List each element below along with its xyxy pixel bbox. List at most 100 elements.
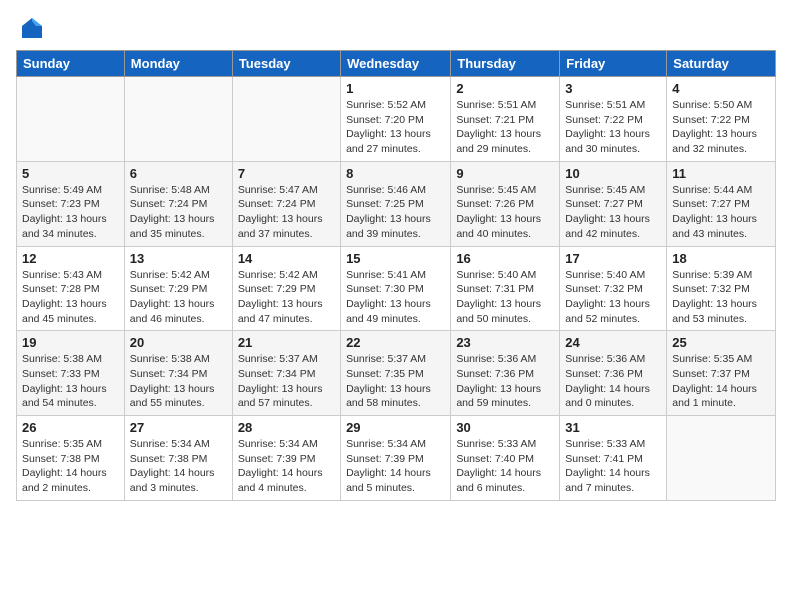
calendar-cell: 24 Sunrise: 5:36 AM Sunset: 7:36 PM Dayli…: [560, 331, 667, 416]
day-info: Sunrise: 5:45 AM Sunset: 7:27 PM Dayligh…: [565, 183, 661, 242]
day-number: 5: [22, 166, 119, 181]
day-info: Sunrise: 5:37 AM Sunset: 7:35 PM Dayligh…: [346, 352, 445, 411]
day-info: Sunrise: 5:40 AM Sunset: 7:31 PM Dayligh…: [456, 268, 554, 327]
calendar-cell: 10 Sunrise: 5:45 AM Sunset: 7:27 PM Dayli…: [560, 161, 667, 246]
calendar-cell: 8 Sunrise: 5:46 AM Sunset: 7:25 PM Daylig…: [341, 161, 451, 246]
calendar-cell: 12 Sunrise: 5:43 AM Sunset: 7:28 PM Dayli…: [17, 246, 125, 331]
day-number: 1: [346, 81, 445, 96]
day-number: 3: [565, 81, 661, 96]
day-number: 12: [22, 251, 119, 266]
weekday-header-wednesday: Wednesday: [341, 51, 451, 77]
day-number: 14: [238, 251, 335, 266]
weekday-header-tuesday: Tuesday: [232, 51, 340, 77]
day-number: 22: [346, 335, 445, 350]
logo: [16, 16, 44, 40]
calendar-cell: 27 Sunrise: 5:34 AM Sunset: 7:38 PM Dayli…: [124, 416, 232, 501]
calendar-week-row: 1 Sunrise: 5:52 AM Sunset: 7:20 PM Daylig…: [17, 77, 776, 162]
day-info: Sunrise: 5:44 AM Sunset: 7:27 PM Dayligh…: [672, 183, 770, 242]
calendar-cell: 29 Sunrise: 5:34 AM Sunset: 7:39 PM Dayli…: [341, 416, 451, 501]
day-info: Sunrise: 5:50 AM Sunset: 7:22 PM Dayligh…: [672, 98, 770, 157]
day-number: 19: [22, 335, 119, 350]
day-info: Sunrise: 5:34 AM Sunset: 7:38 PM Dayligh…: [130, 437, 227, 496]
day-number: 27: [130, 420, 227, 435]
calendar-cell: 11 Sunrise: 5:44 AM Sunset: 7:27 PM Dayli…: [667, 161, 776, 246]
calendar-cell: 19 Sunrise: 5:38 AM Sunset: 7:33 PM Dayli…: [17, 331, 125, 416]
calendar-cell: 14 Sunrise: 5:42 AM Sunset: 7:29 PM Dayli…: [232, 246, 340, 331]
day-info: Sunrise: 5:42 AM Sunset: 7:29 PM Dayligh…: [238, 268, 335, 327]
day-number: 9: [456, 166, 554, 181]
calendar-cell: 22 Sunrise: 5:37 AM Sunset: 7:35 PM Dayli…: [341, 331, 451, 416]
day-info: Sunrise: 5:41 AM Sunset: 7:30 PM Dayligh…: [346, 268, 445, 327]
calendar-cell: 4 Sunrise: 5:50 AM Sunset: 7:22 PM Daylig…: [667, 77, 776, 162]
weekday-header-thursday: Thursday: [451, 51, 560, 77]
day-info: Sunrise: 5:52 AM Sunset: 7:20 PM Dayligh…: [346, 98, 445, 157]
day-info: Sunrise: 5:36 AM Sunset: 7:36 PM Dayligh…: [565, 352, 661, 411]
day-info: Sunrise: 5:42 AM Sunset: 7:29 PM Dayligh…: [130, 268, 227, 327]
calendar-cell: 5 Sunrise: 5:49 AM Sunset: 7:23 PM Daylig…: [17, 161, 125, 246]
calendar-cell: [17, 77, 125, 162]
calendar-cell: 15Sunrise: 5:41 AM Sunset: 7:30 PM Dayli…: [341, 246, 451, 331]
calendar-header-row: SundayMondayTuesdayWednesdayThursdayFrid…: [17, 51, 776, 77]
day-number: 8: [346, 166, 445, 181]
day-info: Sunrise: 5:35 AM Sunset: 7:38 PM Dayligh…: [22, 437, 119, 496]
calendar-cell: 21 Sunrise: 5:37 AM Sunset: 7:34 PM Dayli…: [232, 331, 340, 416]
calendar-week-row: 12 Sunrise: 5:43 AM Sunset: 7:28 PM Dayli…: [17, 246, 776, 331]
weekday-header-friday: Friday: [560, 51, 667, 77]
day-number: 24: [565, 335, 661, 350]
page-header: [16, 16, 776, 40]
day-info: Sunrise: 5:33 AM Sunset: 7:40 PM Dayligh…: [456, 437, 554, 496]
calendar-cell: 25Sunrise: 5:35 AM Sunset: 7:37 PM Dayli…: [667, 331, 776, 416]
day-number: 26: [22, 420, 119, 435]
day-info: Sunrise: 5:45 AM Sunset: 7:26 PM Dayligh…: [456, 183, 554, 242]
calendar-cell: 9 Sunrise: 5:45 AM Sunset: 7:26 PM Daylig…: [451, 161, 560, 246]
day-info: Sunrise: 5:33 AM Sunset: 7:41 PM Dayligh…: [565, 437, 661, 496]
day-info: Sunrise: 5:51 AM Sunset: 7:21 PM Dayligh…: [456, 98, 554, 157]
day-info: Sunrise: 5:49 AM Sunset: 7:23 PM Dayligh…: [22, 183, 119, 242]
calendar-cell: 30 Sunrise: 5:33 AM Sunset: 7:40 PM Dayli…: [451, 416, 560, 501]
day-info: Sunrise: 5:43 AM Sunset: 7:28 PM Dayligh…: [22, 268, 119, 327]
day-info: Sunrise: 5:38 AM Sunset: 7:33 PM Dayligh…: [22, 352, 119, 411]
day-info: Sunrise: 5:48 AM Sunset: 7:24 PM Dayligh…: [130, 183, 227, 242]
day-number: 16: [456, 251, 554, 266]
weekday-header-sunday: Sunday: [17, 51, 125, 77]
day-number: 28: [238, 420, 335, 435]
day-number: 21: [238, 335, 335, 350]
calendar-cell: 18 Sunrise: 5:39 AM Sunset: 7:32 PM Dayli…: [667, 246, 776, 331]
day-number: 20: [130, 335, 227, 350]
day-number: 13: [130, 251, 227, 266]
day-number: 4: [672, 81, 770, 96]
day-info: Sunrise: 5:40 AM Sunset: 7:32 PM Dayligh…: [565, 268, 661, 327]
calendar-cell: 2Sunrise: 5:51 AM Sunset: 7:21 PM Daylig…: [451, 77, 560, 162]
day-number: 30: [456, 420, 554, 435]
calendar-cell: 3 Sunrise: 5:51 AM Sunset: 7:22 PM Daylig…: [560, 77, 667, 162]
day-number: 29: [346, 420, 445, 435]
day-info: Sunrise: 5:37 AM Sunset: 7:34 PM Dayligh…: [238, 352, 335, 411]
day-number: 25: [672, 335, 770, 350]
weekday-header-monday: Monday: [124, 51, 232, 77]
day-info: Sunrise: 5:47 AM Sunset: 7:24 PM Dayligh…: [238, 183, 335, 242]
day-number: 11: [672, 166, 770, 181]
day-info: Sunrise: 5:39 AM Sunset: 7:32 PM Dayligh…: [672, 268, 770, 327]
calendar-cell: 1 Sunrise: 5:52 AM Sunset: 7:20 PM Daylig…: [341, 77, 451, 162]
day-number: 31: [565, 420, 661, 435]
calendar-cell: 6 Sunrise: 5:48 AM Sunset: 7:24 PM Daylig…: [124, 161, 232, 246]
calendar-week-row: 19 Sunrise: 5:38 AM Sunset: 7:33 PM Dayli…: [17, 331, 776, 416]
day-info: Sunrise: 5:46 AM Sunset: 7:25 PM Dayligh…: [346, 183, 445, 242]
day-number: 6: [130, 166, 227, 181]
calendar-week-row: 5 Sunrise: 5:49 AM Sunset: 7:23 PM Daylig…: [17, 161, 776, 246]
day-number: 23: [456, 335, 554, 350]
weekday-header-saturday: Saturday: [667, 51, 776, 77]
calendar-cell: 26 Sunrise: 5:35 AM Sunset: 7:38 PM Dayli…: [17, 416, 125, 501]
day-number: 10: [565, 166, 661, 181]
day-info: Sunrise: 5:38 AM Sunset: 7:34 PM Dayligh…: [130, 352, 227, 411]
calendar-cell: 17Sunrise: 5:40 AM Sunset: 7:32 PM Dayli…: [560, 246, 667, 331]
day-info: Sunrise: 5:51 AM Sunset: 7:22 PM Dayligh…: [565, 98, 661, 157]
logo-icon: [20, 16, 44, 40]
calendar-cell: [232, 77, 340, 162]
day-number: 18: [672, 251, 770, 266]
calendar-cell: 7 Sunrise: 5:47 AM Sunset: 7:24 PM Daylig…: [232, 161, 340, 246]
day-info: Sunrise: 5:34 AM Sunset: 7:39 PM Dayligh…: [346, 437, 445, 496]
calendar-week-row: 26 Sunrise: 5:35 AM Sunset: 7:38 PM Dayli…: [17, 416, 776, 501]
day-number: 7: [238, 166, 335, 181]
calendar-cell: [667, 416, 776, 501]
